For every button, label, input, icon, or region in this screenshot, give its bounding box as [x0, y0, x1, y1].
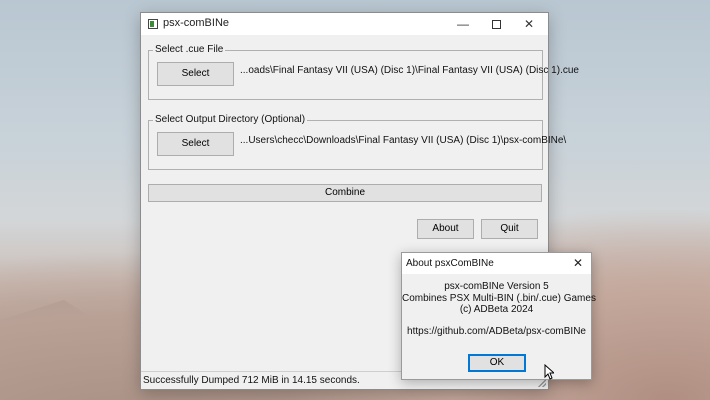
- app-icon: [148, 19, 158, 29]
- cue-file-path: ...oads\Final Fantasy VII (USA) (Disc 1)…: [240, 65, 579, 76]
- combine-button[interactable]: Combine: [148, 184, 542, 202]
- about-version: psx-comBINe Version 5: [444, 281, 549, 292]
- ok-button[interactable]: OK: [468, 354, 526, 372]
- about-dialog-titlebar[interactable]: About psxComBINe ✕: [402, 253, 591, 274]
- maximize-button[interactable]: [479, 13, 513, 35]
- close-button[interactable]: ✕: [512, 13, 546, 35]
- about-description: Combines PSX Multi-BIN (.bin/.cue) Games: [402, 293, 596, 304]
- about-url: https://github.com/ADBeta/psx-comBINe: [407, 326, 586, 337]
- title-bar[interactable]: psx-comBINe — ✕: [141, 13, 548, 35]
- window-title: psx-comBINe: [163, 17, 230, 29]
- select-output-button[interactable]: Select: [157, 132, 234, 156]
- output-dir-path: ...Users\checc\Downloads\Final Fantasy V…: [240, 135, 567, 146]
- select-cue-button[interactable]: Select: [157, 62, 234, 86]
- output-dir-legend: Select Output Directory (Optional): [153, 114, 308, 125]
- maximize-icon: [491, 20, 501, 30]
- minimize-button[interactable]: —: [446, 13, 480, 35]
- arrow-cursor-icon: [544, 364, 554, 380]
- cue-file-legend: Select .cue File: [153, 44, 226, 55]
- quit-button[interactable]: Quit: [481, 219, 538, 239]
- about-copyright: (c) ADBeta 2024: [459, 304, 534, 315]
- cue-file-group: Select .cue File Select ...oads\Final Fa…: [148, 44, 579, 100]
- about-dialog: About psxComBINe ✕ psx-comBINe Version 5…: [401, 252, 596, 380]
- output-dir-group: Select Output Directory (Optional) Selec…: [148, 114, 566, 170]
- about-dialog-close-button[interactable]: ✕: [565, 253, 591, 274]
- resize-grip-icon[interactable]: [538, 379, 546, 387]
- status-text: Successfully Dumped 712 MiB in 14.15 sec…: [143, 375, 360, 386]
- about-dialog-title: About psxComBINe: [406, 258, 494, 269]
- about-button[interactable]: About: [417, 219, 474, 239]
